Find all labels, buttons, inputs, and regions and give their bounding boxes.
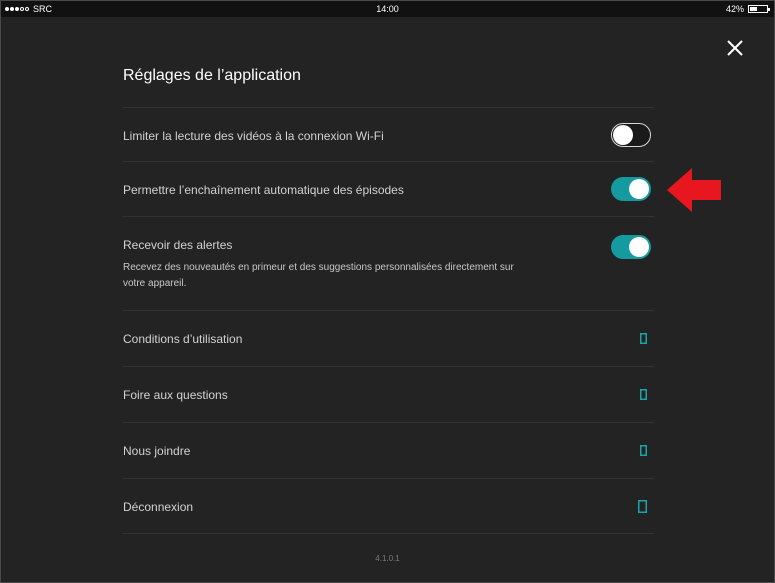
close-button[interactable] (725, 38, 745, 58)
setting-description-alerts: Recevez des nouveautés en primeur et des… (123, 262, 514, 289)
red-arrow-annotation-icon (667, 168, 721, 212)
settings-list: Limiter la lecture des vidéos à la conne… (123, 107, 654, 534)
battery-percent: 42% (725, 4, 744, 14)
setting-row-wifi-only: Limiter la lecture des vidéos à la conne… (123, 107, 654, 161)
close-x-icon (727, 40, 743, 56)
app-window: SRC 14:00 42% Réglages de l’application … (0, 0, 775, 583)
wifi-only-toggle[interactable] (611, 123, 651, 147)
external-link-icon[interactable] (640, 333, 647, 344)
link-row-faq[interactable]: Foire aux questions (123, 366, 654, 422)
link-row-logout[interactable]: Déconnexion (123, 478, 654, 534)
link-row-terms[interactable]: Conditions d’utilisation (123, 310, 654, 366)
setting-label-wifi-only: Limiter la lecture des vidéos à la conne… (123, 129, 384, 143)
setting-row-autoplay: Permettre l’enchaînement automatique des… (123, 161, 654, 216)
link-label-faq: Foire aux questions (123, 388, 228, 402)
page-title: Réglages de l’application (123, 67, 301, 84)
external-link-icon[interactable] (640, 445, 647, 456)
app-version: 4.1.0.1 (375, 554, 400, 563)
link-label-logout: Déconnexion (123, 500, 194, 514)
toggle-knob (629, 179, 649, 199)
autoplay-toggle[interactable] (611, 177, 651, 201)
link-row-contact[interactable]: Nous joindre (123, 422, 654, 478)
status-time: 14:00 (376, 4, 399, 14)
alerts-toggle[interactable] (611, 235, 651, 259)
setting-label-autoplay: Permettre l’enchaînement automatique des… (123, 183, 404, 197)
setting-row-alerts: Recevoir des alertes Recevez des nouveau… (123, 216, 654, 310)
external-link-icon[interactable] (640, 389, 647, 400)
logout-icon[interactable] (638, 500, 647, 513)
setting-label-alerts: Recevoir des alertes (123, 238, 233, 252)
battery-icon (748, 5, 770, 13)
link-label-contact: Nous joindre (123, 444, 191, 458)
status-bar: SRC 14:00 42% (1, 1, 774, 17)
link-label-terms: Conditions d’utilisation (123, 332, 243, 346)
toggle-knob (613, 124, 633, 145)
status-right: 42% (725, 4, 770, 14)
toggle-knob (629, 237, 649, 257)
